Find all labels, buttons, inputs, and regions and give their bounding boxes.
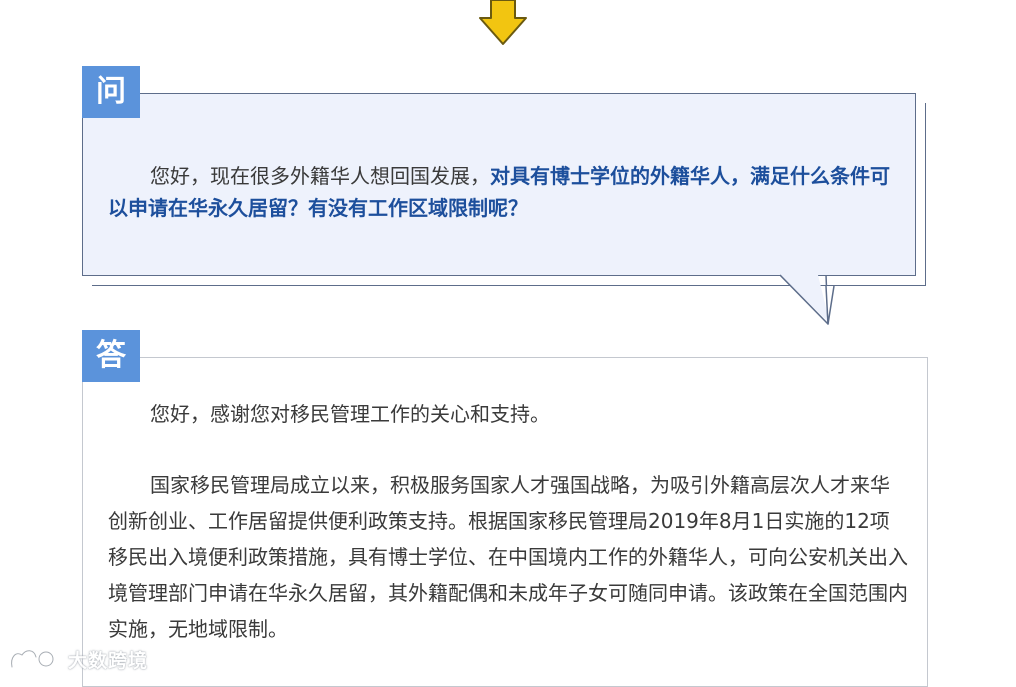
question-text-plain: 您好，现在很多外籍华人想回国发展， (150, 164, 490, 188)
watermark-text: 大数跨境 (68, 649, 149, 672)
answer-label: 答 (82, 330, 140, 382)
answer-paragraph: 您好，感谢您对移民管理工作的关心和支持。 (150, 402, 550, 426)
speech-bubble-tail (780, 274, 835, 325)
watermark-logo-icon (10, 649, 55, 669)
question-label: 问 (82, 66, 140, 118)
answer-paragraph: 国家移民管理局成立以来，积极服务国家人才强国战略，为吸引外籍高层次人才来华创新创… (108, 473, 908, 641)
arrow-down-icon (479, 0, 527, 45)
question-text: 您好，现在很多外籍华人想回国发展，对具有博士学位的外籍华人，满足什么条件可以申请… (108, 160, 908, 224)
watermark: 大数跨境 (8, 644, 148, 674)
